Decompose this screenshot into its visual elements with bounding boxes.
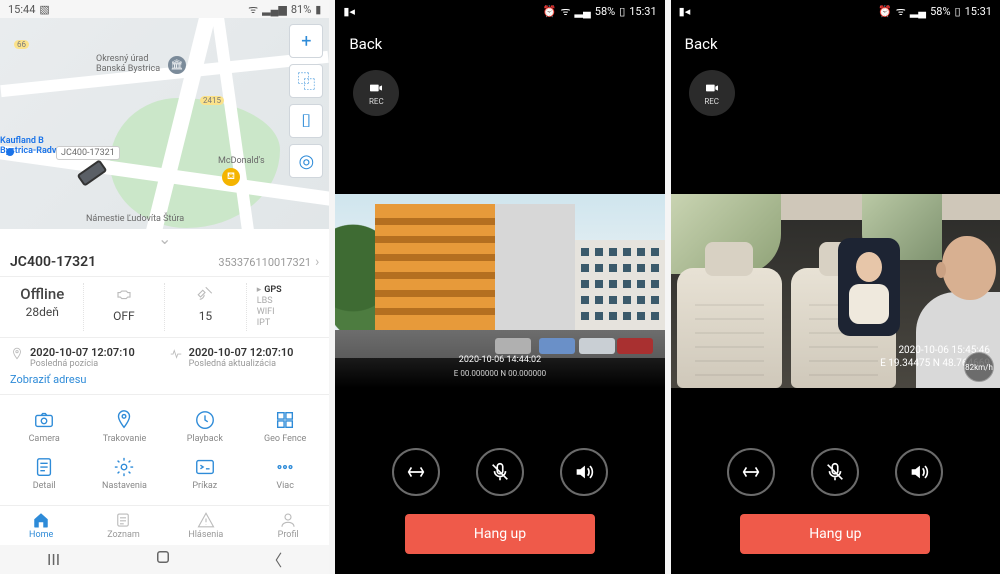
device-stats: Offline 28deň OFF 15 ▸GPS LBS WIFI IPT [0, 277, 329, 338]
action-command[interactable]: Príkaz [165, 450, 245, 497]
road-tag: 66 [14, 40, 29, 49]
wifi-icon: ᯤ [896, 4, 906, 19]
chevron-right-icon: › [315, 254, 319, 270]
pin-icon [10, 347, 24, 361]
call-controls [671, 448, 1000, 496]
status-bar: ▮◂ ⏰ ᯤ ▂▄ 58% ▯ 15:31 [671, 0, 1000, 22]
video-feed-front[interactable]: 2020-10-06 14:44:02 E 00.000000 N 00.000… [335, 194, 664, 388]
switch-camera-button[interactable] [392, 448, 440, 496]
tab-list[interactable]: Zoznam [82, 506, 164, 544]
status-bar: 15:44 ▧ ᯤ ▂▄▆ 81% ▮ [0, 0, 329, 18]
wifi-icon: ᯤ [560, 4, 570, 19]
call-controls [335, 448, 664, 496]
record-button[interactable]: REC [353, 70, 399, 116]
signal-icon: ▂▄▆ [262, 3, 287, 16]
tracker-app-screen: 15:44 ▧ ᯤ ▂▄▆ 81% ▮ 66 2415 🏛 Okresný úr… [0, 0, 329, 574]
map-locate-button[interactable]: ◎ [289, 144, 323, 178]
stat-location-mode: ▸GPS LBS WIFI IPT [247, 283, 328, 331]
action-settings[interactable]: Nastavenia [84, 450, 164, 497]
status-bar: ▮◂ ⏰ ᯤ ▂▄ 58% ▯ 15:31 [335, 0, 664, 22]
bottom-tabs: Home Zoznam Hlásenia Profil [0, 505, 329, 544]
hang-up-button[interactable]: Hang up [740, 514, 930, 554]
tab-profile[interactable]: Profil [247, 506, 329, 544]
battery-icon: ▯ [619, 5, 625, 18]
status-time: 15:31 [629, 5, 656, 18]
mic-mute-button[interactable] [811, 448, 859, 496]
recents-button[interactable]: III [47, 550, 60, 569]
status-time: 15:31 [965, 5, 992, 18]
map-add-button[interactable]: + [289, 24, 323, 58]
status-time: 15:44 [8, 3, 35, 16]
action-grid: Camera Trakovanie Playback Geo Fence Det… [0, 395, 329, 505]
action-more[interactable]: Viac [245, 450, 325, 497]
last-update: 2020-10-07 12:07:10Posledná aktualizácia [169, 346, 320, 369]
poi-mcdonalds-label: McDonald's [218, 156, 265, 166]
camera-icon: ▮◂ [679, 5, 691, 18]
speaker-button[interactable] [895, 448, 943, 496]
engine-icon [115, 285, 133, 307]
live-cabin-camera-screen: ▮◂ ⏰ ᯤ ▂▄ 58% ▯ 15:31 Back REC 2020-10-0… [671, 0, 1000, 574]
pulse-icon [169, 347, 183, 361]
action-tracking[interactable]: Trakovanie [84, 403, 164, 450]
map-view[interactable]: 66 2415 🏛 Okresný úrad Banská Bystrica ⛾… [0, 18, 329, 229]
poi-office-label: Okresný úrad Banská Bystrica [96, 54, 160, 74]
hang-up-button[interactable]: Hang up [405, 514, 595, 554]
battery-text: 58% [595, 5, 615, 18]
tab-home[interactable]: Home [0, 506, 82, 544]
camera-icon: ▮◂ [343, 5, 355, 18]
satellite-icon [196, 285, 214, 307]
battery-text: 81% [291, 3, 311, 16]
record-button[interactable]: REC [689, 70, 735, 116]
device-name: JC400-17321 [10, 254, 96, 270]
road-tag: 2415 [200, 96, 224, 105]
tab-alerts[interactable]: Hlásenia [165, 506, 247, 544]
poi-mcdonalds-icon[interactable]: ⛾ [222, 168, 240, 186]
map-type-button[interactable]: ⌷ [289, 104, 323, 138]
stat-state: Offline 28deň [2, 283, 84, 331]
device-header-row[interactable]: JC400-17321 353376110017321 › [0, 248, 329, 277]
caret-right-icon: ▸ [257, 285, 262, 296]
back-button[interactable]: 〈 [266, 547, 282, 571]
action-camera[interactable]: Camera [4, 403, 84, 450]
timestamps-row: 2020-10-07 12:07:10Posledná pozícia 2020… [0, 338, 329, 373]
speed-badge: 82km/h [964, 352, 994, 382]
video-feed-cabin[interactable]: 2020-10-06 15:45:46 E 19.34475 N 48.7646… [671, 194, 1000, 388]
action-geofence[interactable]: Geo Fence [245, 403, 325, 450]
map-toolbar: + ⿻ ⌷ ◎ [289, 24, 323, 178]
action-playback[interactable]: Playback [165, 403, 245, 450]
map-layers-button[interactable]: ⿻ [289, 64, 323, 98]
stat-acc: OFF [84, 283, 166, 331]
video-overlay-text: 2020-10-06 14:44:02 E 00.000000 N 00.000… [335, 354, 664, 380]
battery-text: 58% [930, 5, 950, 18]
back-button[interactable]: Back [335, 22, 664, 66]
alarm-icon: ⏰ [878, 5, 892, 18]
panel-collapse-handle[interactable]: ⌄ [0, 229, 329, 248]
battery-icon: ▮ [315, 3, 321, 16]
speaker-button[interactable] [560, 448, 608, 496]
poi-office-icon[interactable]: 🏛 [168, 56, 186, 74]
show-address-link[interactable]: Zobraziť adresu [0, 373, 329, 395]
android-nav-bar: III 〈 [0, 545, 329, 574]
last-position: 2020-10-07 12:07:10Posledná pozícia [10, 346, 161, 369]
signal-icon: ▂▄ [910, 5, 926, 18]
battery-icon: ▯ [955, 5, 961, 18]
device-imei: 353376110017321 [218, 256, 311, 269]
mic-mute-button[interactable] [476, 448, 524, 496]
wifi-icon: ᯤ [248, 2, 258, 17]
signal-icon: ▂▄ [575, 5, 591, 18]
live-front-camera-screen: ▮◂ ⏰ ᯤ ▂▄ 58% ▯ 15:31 Back REC 2020-10-0… [335, 0, 664, 574]
alarm-icon: ⏰ [543, 5, 557, 18]
street-label: Námestie Ľudovíta Štúra [86, 214, 184, 224]
home-button[interactable] [154, 548, 172, 570]
device-marker-label[interactable]: JC400-17321 [56, 146, 120, 160]
camcorder-icon [704, 80, 720, 96]
camcorder-icon [368, 80, 384, 96]
action-detail[interactable]: Detail [4, 450, 84, 497]
switch-camera-button[interactable] [727, 448, 775, 496]
stat-satellites: 15 [165, 283, 247, 331]
status-photo-icon: ▧ [39, 3, 49, 16]
back-button[interactable]: Back [671, 22, 1000, 66]
